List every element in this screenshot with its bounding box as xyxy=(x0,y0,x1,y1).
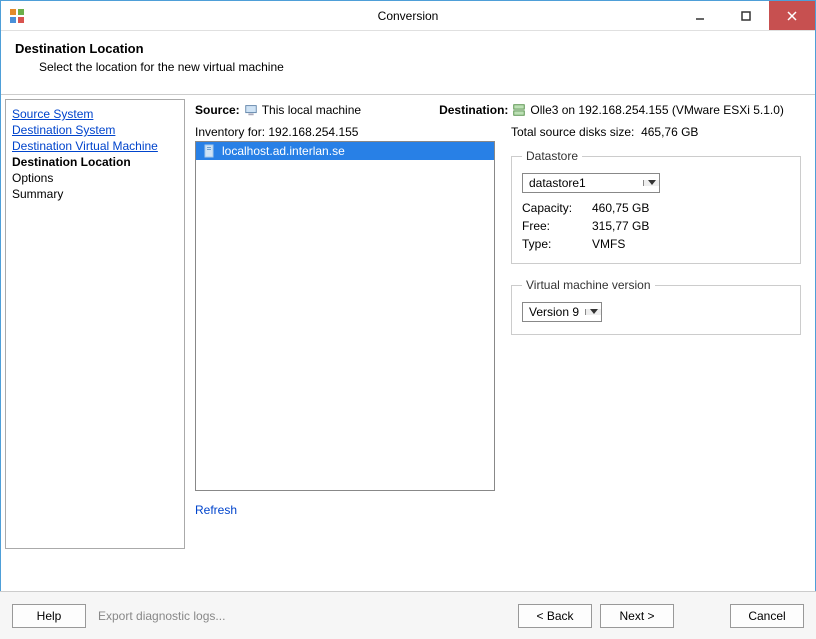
capacity-label: Capacity: xyxy=(522,201,592,215)
vm-version-legend: Virtual machine version xyxy=(522,278,655,292)
datastore-legend: Datastore xyxy=(522,149,582,163)
app-icon xyxy=(9,8,25,24)
host-icon xyxy=(202,144,216,158)
inventory-tree[interactable]: localhost.ad.interlan.se xyxy=(195,141,495,491)
wizard-steps: Source System Destination System Destina… xyxy=(5,99,185,549)
wizard-header: Destination Location Select the location… xyxy=(1,31,815,95)
chevron-down-icon xyxy=(643,180,659,186)
step-destination-system[interactable]: Destination System xyxy=(12,122,178,138)
type-value: VMFS xyxy=(592,237,790,251)
total-source-disks: Total source disks size: 465,76 GB xyxy=(511,125,801,139)
type-label: Type: xyxy=(522,237,592,251)
step-source-system[interactable]: Source System xyxy=(12,106,178,122)
vm-version-group: Virtual machine version Version 9 xyxy=(511,278,801,335)
computer-icon xyxy=(244,103,258,117)
cancel-button[interactable]: Cancel xyxy=(730,604,804,628)
inventory-row: Inventory for: 192.168.254.155 localhost… xyxy=(195,125,801,517)
datastore-details: Capacity: 460,75 GB Free: 315,77 GB Type… xyxy=(522,201,790,251)
tree-item-label: localhost.ad.interlan.se xyxy=(222,144,345,158)
vm-version-select[interactable]: Version 9 xyxy=(522,302,602,322)
tree-item-host[interactable]: localhost.ad.interlan.se xyxy=(196,142,494,160)
minimize-button[interactable] xyxy=(677,1,723,30)
chevron-down-icon xyxy=(585,309,601,315)
page-title: Destination Location xyxy=(15,41,801,56)
export-logs-link[interactable]: Export diagnostic logs... xyxy=(98,609,225,623)
step-summary: Summary xyxy=(12,186,178,202)
datastore-group: Datastore datastore1 Capacity: 460,75 GB… xyxy=(511,149,801,264)
free-label: Free: xyxy=(522,219,592,233)
main-panel: Source: This local machine Destination: … xyxy=(185,99,811,549)
step-options: Options xyxy=(12,170,178,186)
inventory-right: Total source disks size: 465,76 GB Datas… xyxy=(507,125,801,517)
inventory-for: Inventory for: 192.168.254.155 xyxy=(195,125,495,139)
vm-version-selected: Version 9 xyxy=(523,305,585,319)
source-value: This local machine xyxy=(262,103,361,117)
step-destination-vm[interactable]: Destination Virtual Machine xyxy=(12,138,178,154)
server-icon xyxy=(512,103,526,117)
refresh-link[interactable]: Refresh xyxy=(195,503,237,517)
source-dest-row: Source: This local machine Destination: … xyxy=(195,103,801,125)
step-destination-location: Destination Location xyxy=(12,154,178,170)
destination-value: Olle3 on 192.168.254.155 (VMware ESXi 5.… xyxy=(530,103,784,117)
window-controls xyxy=(677,1,815,30)
close-button[interactable] xyxy=(769,1,815,30)
help-button[interactable]: Help xyxy=(12,604,86,628)
inventory-left: Inventory for: 192.168.254.155 localhost… xyxy=(195,125,495,517)
capacity-value: 460,75 GB xyxy=(592,201,790,215)
window-title: Conversion xyxy=(378,9,439,23)
free-value: 315,77 GB xyxy=(592,219,790,233)
wizard-body: Source System Destination System Destina… xyxy=(1,95,815,553)
next-button[interactable]: Next > xyxy=(600,604,674,628)
datastore-selected: datastore1 xyxy=(523,176,643,190)
title-bar: Conversion xyxy=(1,1,815,31)
page-subtitle: Select the location for the new virtual … xyxy=(39,60,801,74)
wizard-footer: Help Export diagnostic logs... < Back Ne… xyxy=(0,591,816,639)
destination-label: Destination: xyxy=(439,103,508,117)
source-label: Source: xyxy=(195,103,240,117)
back-button[interactable]: < Back xyxy=(518,604,592,628)
maximize-button[interactable] xyxy=(723,1,769,30)
datastore-select[interactable]: datastore1 xyxy=(522,173,660,193)
